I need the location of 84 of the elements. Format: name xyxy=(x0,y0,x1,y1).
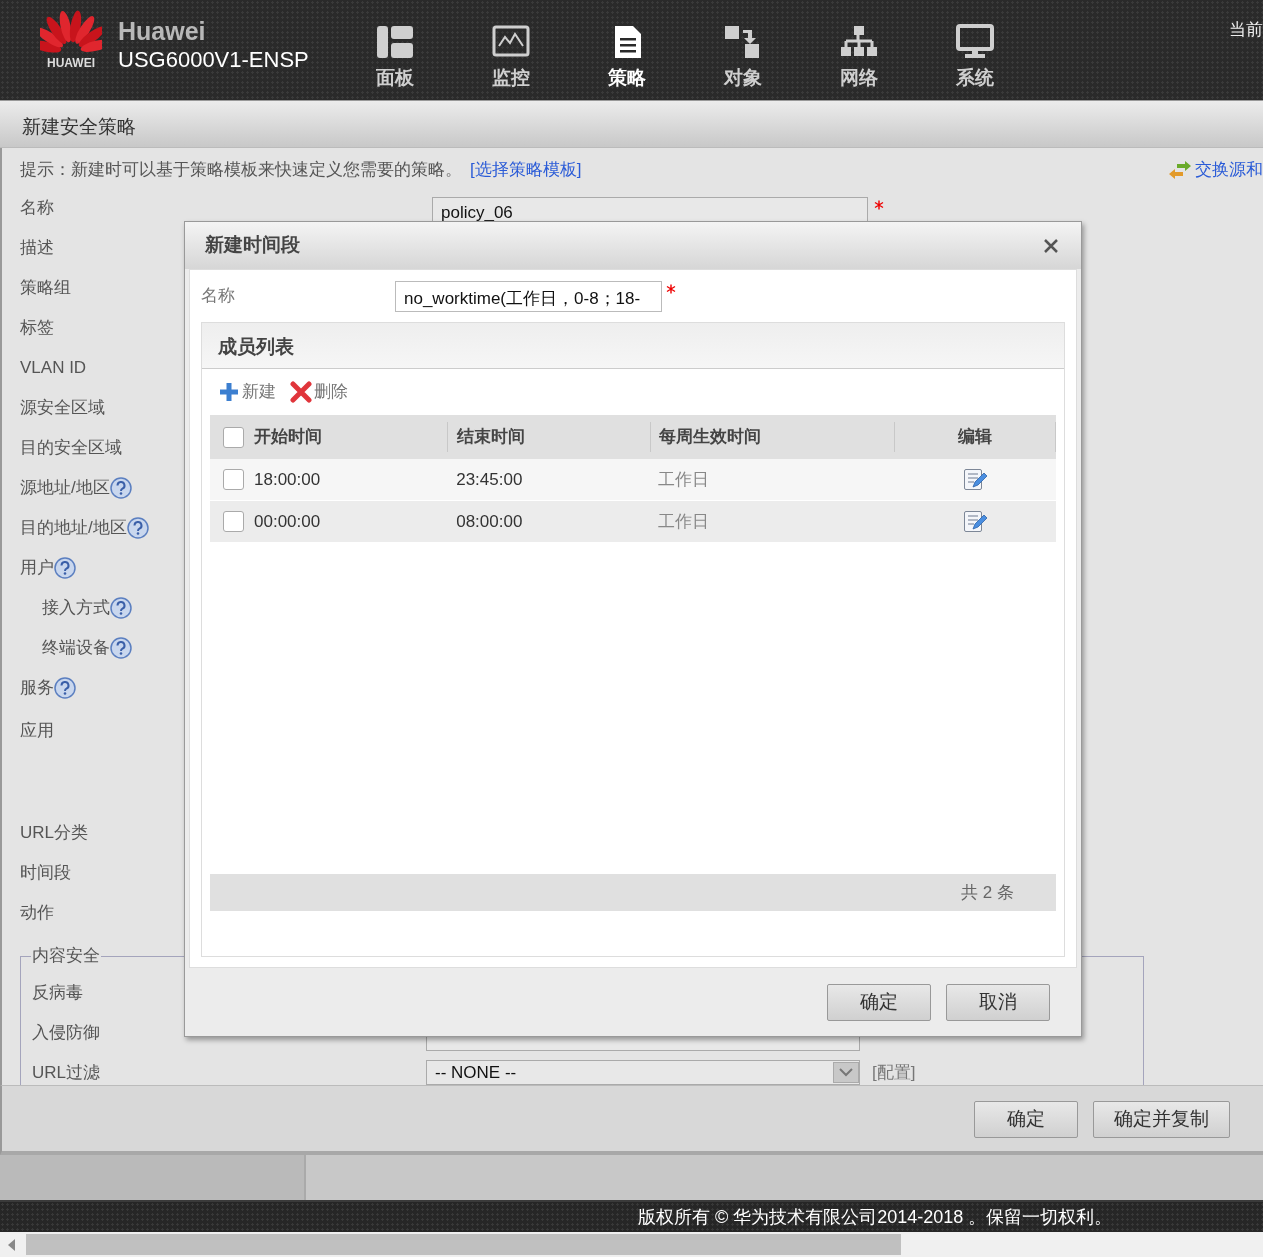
swap-link[interactable]: 交换源和 xyxy=(1169,157,1263,183)
plus-icon xyxy=(218,381,240,403)
field-label: 源地址/地区 xyxy=(20,477,110,500)
dashboard-icon xyxy=(374,24,415,60)
field-label: 用户 xyxy=(20,557,54,580)
monitor-icon xyxy=(954,24,995,60)
required-star-icon xyxy=(874,200,884,210)
help-icon[interactable] xyxy=(126,517,149,539)
help-icon[interactable] xyxy=(54,677,76,699)
section-legend: 内容安全 xyxy=(31,945,101,967)
scrollbar[interactable] xyxy=(0,1232,1263,1257)
row-checkbox[interactable] xyxy=(223,511,244,532)
field-label: 入侵防御 xyxy=(32,1022,100,1044)
form-button[interactable]: 确定 xyxy=(974,1101,1078,1138)
nav-tab[interactable]: 对象 xyxy=(684,24,801,90)
help-icon[interactable] xyxy=(54,557,76,579)
field-label: 标签 xyxy=(20,317,54,340)
nav-tab[interactable]: 策略 xyxy=(568,24,685,90)
table-cell-text: 00:00:00 xyxy=(254,510,321,533)
column-header: 编辑 xyxy=(957,426,992,449)
field-label: 目的安全区域 xyxy=(20,437,122,460)
edit-note-icon[interactable] xyxy=(962,467,987,492)
table-cell: 08:00:00 xyxy=(456,511,523,531)
name-field[interactable]: policy_06 xyxy=(432,197,868,223)
column-header: 开始时间 xyxy=(254,426,322,449)
field-label: 策略组 xyxy=(20,277,71,300)
form-button[interactable]: 确定并复制 xyxy=(1093,1101,1230,1138)
dialog-button[interactable]: 确定 xyxy=(827,983,931,1021)
hint-text: 提示：新建时可以基于策略模板来快速定义您需要的策略。 xyxy=(20,159,462,182)
help-icon[interactable] xyxy=(110,597,132,619)
delete-button[interactable]: 删除 xyxy=(290,379,348,405)
brand-name: Huawei xyxy=(118,16,207,46)
config-link[interactable]: [配置] xyxy=(872,1060,916,1085)
logo-flower-icon xyxy=(40,10,102,54)
edit-note-icon[interactable] xyxy=(962,509,987,534)
select-all-checkbox[interactable] xyxy=(223,426,244,448)
select-field[interactable]: -- NONE -- xyxy=(426,1060,860,1085)
swap-arrows-icon xyxy=(1169,161,1191,179)
field-label: 源安全区域 xyxy=(20,397,105,420)
field-label: 终端设备 xyxy=(42,637,110,660)
dialog-title: 新建时间段 xyxy=(205,233,300,258)
copyright-text: 版权所有 © 华为技术有限公司2014-2018 。保留一切权利。 xyxy=(0,1200,1263,1232)
field-label: URL过滤 xyxy=(32,1062,100,1084)
table-cell: 工作日 xyxy=(658,469,710,489)
dialog-button[interactable]: 取消 xyxy=(946,983,1050,1021)
corner-text: 当前 xyxy=(1229,19,1263,41)
field-label: 目的地址/地区 xyxy=(20,517,127,540)
logo-text: HUAWEI xyxy=(47,56,95,70)
field-label: 应用 xyxy=(20,720,54,742)
column-header: 每周生效时间 xyxy=(659,426,762,449)
add-button[interactable]: 新建 xyxy=(218,379,276,405)
nav-tab[interactable]: 监控 xyxy=(452,24,569,90)
template-link[interactable]: [选择策略模板] xyxy=(470,157,582,183)
field-label: 接入方式 xyxy=(42,597,110,620)
nav-tab[interactable]: 网络 xyxy=(800,24,917,90)
field-label: 名称 xyxy=(201,285,236,308)
nav-tab[interactable]: 面板 xyxy=(336,24,453,90)
close-icon xyxy=(1043,237,1059,254)
required-star-icon xyxy=(666,284,676,294)
panel-title: 成员列表 xyxy=(202,323,1064,369)
nav-tab[interactable]: 系统 xyxy=(916,24,1033,90)
table-cell: 23:45:00 xyxy=(456,469,523,489)
device-model: USG6000V1-ENSP xyxy=(118,46,309,74)
name-field[interactable]: no_worktime(工作日，0-8；18- xyxy=(395,280,662,312)
field-label: 服务 xyxy=(20,677,54,700)
field-label: 描述 xyxy=(20,237,54,260)
field-label: 反病毒 xyxy=(32,982,83,1004)
chart-icon xyxy=(490,24,531,60)
scrollbar-thumb[interactable] xyxy=(26,1234,901,1255)
table-cell: 工作日 xyxy=(658,511,710,531)
close-button[interactable] xyxy=(1043,237,1059,254)
help-icon[interactable] xyxy=(110,637,132,659)
delete-x-icon xyxy=(290,381,312,403)
field-label: 名称 xyxy=(20,197,54,220)
help-icon[interactable] xyxy=(109,477,132,499)
column-header: 结束时间 xyxy=(457,426,526,449)
table-cell-text: 18:00:00 xyxy=(254,468,321,491)
record-count: 共 2 条 xyxy=(961,881,1014,904)
field-label: 时间段 xyxy=(20,862,71,885)
field-label: VLAN ID xyxy=(20,357,87,380)
field-label: 动作 xyxy=(20,902,54,925)
page-title: 新建安全策略 xyxy=(0,100,1263,148)
row-checkbox[interactable] xyxy=(223,469,244,490)
field-label: URL分类 xyxy=(20,822,88,845)
